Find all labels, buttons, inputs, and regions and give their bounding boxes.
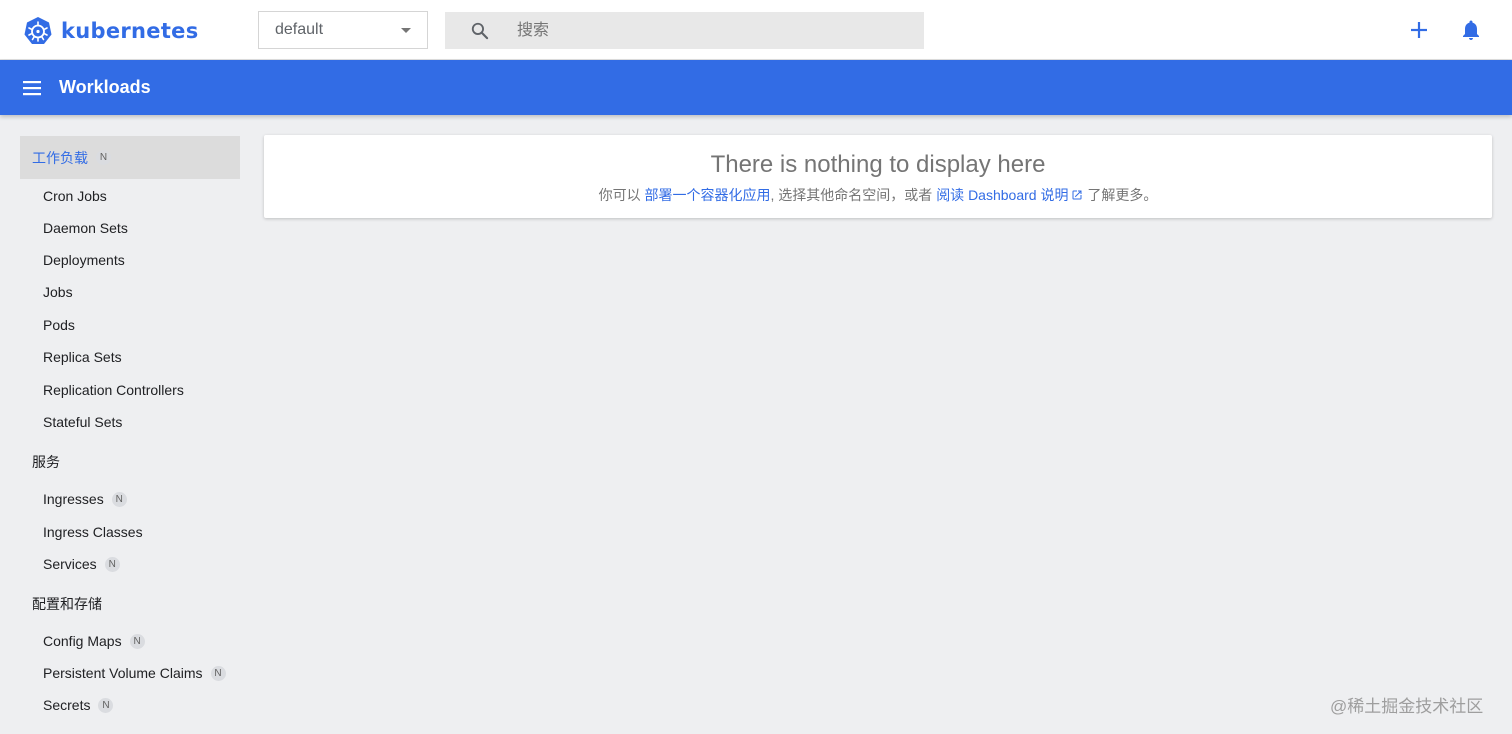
search-bar bbox=[445, 12, 924, 49]
empty-state-middle: , 选择其他命名空间，或者 bbox=[770, 187, 937, 203]
external-link-icon bbox=[1072, 190, 1082, 200]
empty-state-prefix: 你可以 bbox=[598, 187, 645, 203]
namespaced-badge: N bbox=[104, 556, 120, 572]
sidebar-item-label: Config Maps bbox=[43, 633, 122, 649]
sidebar-item-pods[interactable]: Pods bbox=[43, 314, 75, 336]
page-toolbar: Workloads bbox=[0, 60, 1512, 115]
sidebar-item-label: Secrets bbox=[43, 697, 91, 713]
sidebar-item-label: Ingress Classes bbox=[43, 524, 143, 540]
sidebar-item-cron-jobs[interactable]: Cron Jobs bbox=[43, 185, 107, 207]
sidebar-category-label: 配置和存储 bbox=[32, 595, 102, 612]
namespace-value: default bbox=[275, 21, 324, 38]
search-input[interactable] bbox=[517, 12, 907, 49]
sidebar-item-label: Stateful Sets bbox=[43, 414, 123, 430]
sidebar-item-label: Deployments bbox=[43, 252, 125, 268]
sidebar: 工作负载 N Cron Jobs Daemon Sets Deployments… bbox=[0, 115, 250, 734]
empty-state-title: There is nothing to display here bbox=[710, 151, 1046, 178]
search-icon[interactable] bbox=[470, 21, 490, 41]
sidebar-item-label: Daemon Sets bbox=[43, 220, 128, 236]
sidebar-item-label: Jobs bbox=[43, 284, 73, 300]
sidebar-item-secrets[interactable]: Secrets N bbox=[43, 694, 114, 716]
sidebar-category-workloads[interactable]: 工作负载 N bbox=[20, 136, 240, 179]
deploy-app-link[interactable]: 部署一个容器化应用 bbox=[645, 187, 771, 203]
sidebar-category-services[interactable]: 服务 bbox=[20, 440, 240, 483]
watermark: @稀土掘金技术社区 bbox=[1330, 697, 1484, 716]
docs-link-label: 阅读 Dashboard 说明 bbox=[936, 187, 1069, 203]
namespaced-badge: N bbox=[111, 491, 127, 507]
sidebar-item-services[interactable]: Services N bbox=[43, 553, 120, 575]
namespaced-badge: N bbox=[98, 697, 114, 713]
plus-icon[interactable] bbox=[1407, 18, 1431, 42]
sidebar-item-label: Pods bbox=[43, 317, 75, 333]
sidebar-item-label: Replica Sets bbox=[43, 349, 122, 365]
sidebar-item-config-maps[interactable]: Config Maps N bbox=[43, 630, 145, 652]
sidebar-category-config-storage[interactable]: 配置和存储 bbox=[20, 582, 240, 625]
hamburger-menu-icon[interactable] bbox=[22, 78, 42, 98]
bell-icon[interactable] bbox=[1459, 18, 1483, 42]
sidebar-item-persistent-volume-claims[interactable]: Persistent Volume Claims N bbox=[43, 662, 226, 684]
namespaced-badge: N bbox=[96, 150, 111, 165]
docs-link[interactable]: 阅读 Dashboard 说明 bbox=[936, 187, 1083, 203]
page-title: Workloads bbox=[59, 77, 151, 97]
namespaced-badge: N bbox=[210, 665, 226, 681]
sidebar-item-replica-sets[interactable]: Replica Sets bbox=[43, 346, 122, 368]
sidebar-category-label: 服务 bbox=[32, 453, 60, 470]
kubernetes-logo-icon bbox=[24, 17, 52, 44]
empty-state-card: There is nothing to display here 你可以 部署一… bbox=[264, 135, 1492, 218]
sidebar-item-label: Replication Controllers bbox=[43, 382, 184, 398]
sidebar-item-deployments[interactable]: Deployments bbox=[43, 249, 125, 271]
sidebar-item-jobs[interactable]: Jobs bbox=[43, 281, 73, 303]
chevron-down-icon bbox=[401, 28, 411, 33]
namespace-select[interactable]: default bbox=[258, 11, 428, 49]
empty-state-message: 你可以 部署一个容器化应用, 选择其他命名空间，或者 阅读 Dashboard … bbox=[264, 185, 1492, 205]
kubernetes-logo[interactable]: kubernetes bbox=[23, 15, 199, 47]
sidebar-item-ingresses[interactable]: Ingresses N bbox=[43, 488, 127, 510]
empty-state-suffix: 了解更多。 bbox=[1083, 187, 1158, 203]
sidebar-item-daemon-sets[interactable]: Daemon Sets bbox=[43, 217, 128, 239]
sidebar-item-label: Ingresses bbox=[43, 491, 104, 507]
sidebar-item-label: Cron Jobs bbox=[43, 188, 107, 204]
sidebar-item-label: Services bbox=[43, 556, 97, 572]
sidebar-item-label: Persistent Volume Claims bbox=[43, 665, 203, 681]
sidebar-item-stateful-sets[interactable]: Stateful Sets bbox=[43, 411, 122, 433]
logo-text: kubernetes bbox=[61, 19, 199, 43]
top-header: kubernetes default bbox=[0, 0, 1512, 60]
sidebar-item-replication-controllers[interactable]: Replication Controllers bbox=[43, 379, 184, 401]
sidebar-item-ingress-classes[interactable]: Ingress Classes bbox=[43, 521, 143, 543]
sidebar-category-label: 工作负载 bbox=[32, 149, 88, 166]
namespaced-badge: N bbox=[129, 633, 145, 649]
